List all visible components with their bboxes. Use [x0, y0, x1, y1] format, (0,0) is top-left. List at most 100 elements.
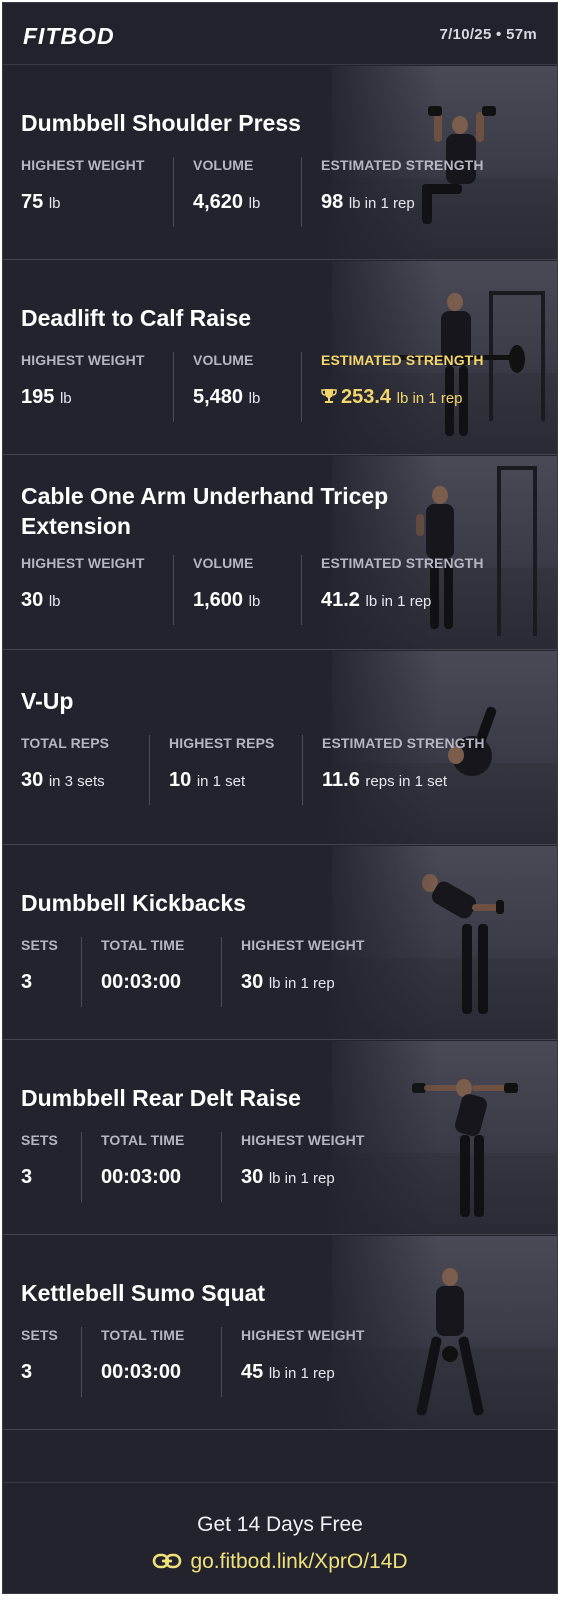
stat-value: 195 — [21, 386, 55, 408]
stat-value: 98 — [321, 191, 344, 213]
trial-link-text[interactable]: go.fitbod.link/XprO/14D — [190, 1550, 407, 1573]
stat-value: 45 — [241, 1361, 264, 1383]
stat-value: 3 — [21, 971, 33, 993]
stat-estimated-strength: ESTIMATED STRENGTH 11.6 reps in 1 set — [322, 735, 485, 792]
stat-label: TOTAL TIME — [101, 1327, 185, 1343]
stat-value: 30 — [241, 971, 264, 993]
trophy-icon — [321, 389, 337, 403]
stat-value: 00:03:00 — [101, 971, 182, 993]
stat-unit: lb — [48, 195, 61, 212]
stat-divider — [149, 735, 150, 805]
stat-unit: reps in 1 set — [365, 773, 448, 790]
stat-unit: lb — [59, 390, 72, 407]
stat-label: TOTAL REPS — [21, 735, 110, 751]
stat-highest-weight: HIGHEST WEIGHT 45 lb in 1 rep — [241, 1327, 365, 1384]
stat-sets: SETS 3 — [21, 1132, 58, 1189]
stat-unit: lb — [48, 593, 61, 610]
stat-label: HIGHEST WEIGHT — [241, 1327, 365, 1343]
stat-divider — [81, 1327, 82, 1397]
stat-highest-weight: HIGHEST WEIGHT 30 lb in 1 rep — [241, 937, 365, 994]
stat-estimated-strength: ESTIMATED STRENGTH 41.2 lb in 1 rep — [321, 555, 484, 612]
stat-label: ESTIMATED STRENGTH — [321, 157, 484, 173]
stat-label: SETS — [21, 1327, 58, 1343]
stat-value: 41.2 — [321, 589, 360, 611]
stat-divider — [173, 555, 174, 625]
stat-value: 30 — [21, 589, 44, 611]
stat-label: HIGHEST WEIGHT — [21, 352, 145, 368]
stat-label: TOTAL TIME — [101, 937, 185, 953]
stat-value: 5,480 — [193, 386, 244, 408]
stat-value: 30 — [241, 1166, 264, 1188]
stat-divider — [173, 352, 174, 422]
stat-label: VOLUME — [193, 555, 254, 571]
exercise-card-tricep-extension[interactable]: Cable One Arm Underhand Tricep Extension… — [3, 456, 557, 650]
stat-unit: lb in 1 rep — [396, 390, 463, 407]
stat-label: HIGHEST WEIGHT — [21, 157, 145, 173]
stat-divider — [221, 937, 222, 1007]
stat-value: 3 — [21, 1361, 33, 1383]
link-icon — [153, 1553, 182, 1569]
exercise-card-kickbacks[interactable]: Dumbbell Kickbacks SETS 3 TOTAL TIME 00:… — [3, 846, 557, 1040]
stat-divider — [81, 937, 82, 1007]
exercise-title: Deadlift to Calf Raise — [21, 305, 252, 331]
stat-estimated-strength-record: ESTIMATED STRENGTH 253.4 lb in 1 rep — [321, 352, 484, 409]
free-trial-text: Get 14 Days Free — [197, 1513, 363, 1536]
stat-value: 4,620 — [193, 191, 244, 213]
stat-highest-weight: HIGHEST WEIGHT 30 lb in 1 rep — [241, 1132, 365, 1189]
stat-label: HIGHEST WEIGHT — [241, 937, 365, 953]
stat-unit: in 3 sets — [48, 773, 105, 790]
stat-label: VOLUME — [193, 157, 254, 173]
stat-label: VOLUME — [193, 352, 254, 368]
stat-label: HIGHEST REPS — [169, 735, 275, 751]
stat-label: ESTIMATED STRENGTH — [321, 555, 484, 571]
stat-volume: VOLUME 1,600 lb — [193, 555, 260, 612]
stat-highest-weight: HIGHEST WEIGHT 75 lb — [21, 157, 145, 214]
exercise-title: Dumbbell Rear Delt Raise — [21, 1085, 301, 1111]
stat-divider — [301, 352, 302, 422]
stat-unit: lb in 1 rep — [268, 975, 335, 992]
cable-machine — [497, 466, 537, 636]
fitbod-logo: FITBOD — [23, 23, 115, 49]
stat-label: HIGHEST WEIGHT — [21, 555, 145, 571]
trial-link[interactable]: go.fitbod.link/XprO/14D — [3, 1550, 557, 1574]
stat-unit: in 1 set — [196, 773, 246, 790]
stat-value: 75 — [21, 191, 44, 213]
exercise-title: Kettlebell Sumo Squat — [21, 1280, 266, 1306]
stat-highest-weight: HIGHEST WEIGHT 30 lb — [21, 555, 145, 612]
stat-unit: lb — [248, 390, 261, 407]
exercise-card-rear-delt-raise[interactable]: Dumbbell Rear Delt Raise SETS 3 TOTAL TI… — [3, 1041, 557, 1235]
exercise-title: Dumbbell Shoulder Press — [21, 110, 301, 136]
stat-value: 3 — [21, 1166, 33, 1188]
exercise-card-kettlebell-sumo-squat[interactable]: Kettlebell Sumo Squat SETS 3 TOTAL TIME … — [3, 1236, 557, 1430]
exercise-card-shoulder-press[interactable]: Dumbbell Shoulder Press HIGHEST WEIGHT 7… — [3, 66, 557, 260]
stat-unit: lb in 1 rep — [348, 195, 415, 212]
stat-sets: SETS 3 — [21, 1327, 58, 1384]
stat-value: 11.6 — [322, 769, 360, 791]
stat-estimated-strength: ESTIMATED STRENGTH 98 lb in 1 rep — [321, 157, 484, 214]
stat-label: ESTIMATED STRENGTH — [321, 352, 484, 368]
workout-date-duration: 7/10/25 • 57m — [439, 26, 537, 43]
stat-value: 00:03:00 — [101, 1361, 182, 1383]
stat-highest-weight: HIGHEST WEIGHT 195 lb — [21, 352, 145, 409]
stat-divider — [301, 555, 302, 625]
stat-unit: lb in 1 rep — [268, 1170, 335, 1187]
stat-unit: lb in 1 rep — [365, 593, 432, 610]
stat-total-time: TOTAL TIME 00:03:00 — [101, 1327, 184, 1384]
stat-volume: VOLUME 4,620 lb — [193, 157, 260, 214]
stat-divider — [221, 1132, 222, 1202]
stat-divider — [302, 735, 303, 805]
stat-divider — [301, 157, 302, 227]
stat-divider — [81, 1132, 82, 1202]
exercise-card-v-up[interactable]: V-Up TOTAL REPS 30 in 3 sets HIGHEST REP… — [3, 651, 557, 845]
stat-highest-reps: HIGHEST REPS 10 in 1 set — [169, 735, 274, 792]
stat-value: 30 — [21, 769, 44, 791]
stat-value: 10 — [169, 769, 192, 791]
stat-unit: lb — [248, 195, 261, 212]
stat-divider — [173, 157, 174, 227]
stat-unit: lb — [248, 593, 261, 610]
stat-total-time: TOTAL TIME 00:03:00 — [101, 937, 184, 994]
exercise-card-deadlift-calf-raise[interactable]: Deadlift to Calf Raise HIGHEST WEIGHT 19… — [3, 261, 557, 455]
footer: Get 14 Days Free go.fitbod.link/XprO/14D — [3, 1482, 557, 1593]
stat-total-reps: TOTAL REPS 30 in 3 sets — [21, 735, 109, 792]
stat-label: TOTAL TIME — [101, 1132, 185, 1148]
